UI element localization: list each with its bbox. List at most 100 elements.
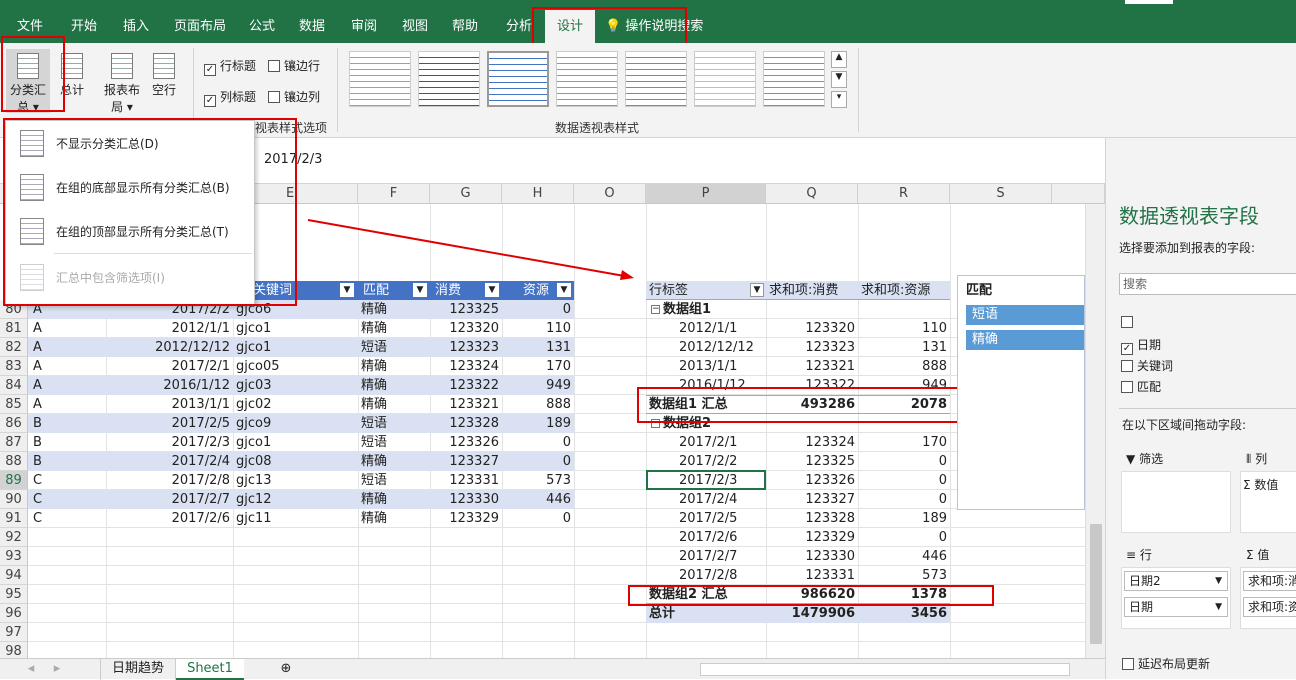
pivot-style-blue-selected[interactable] [487, 51, 549, 107]
table-cell-res[interactable]: 949 [502, 376, 574, 395]
gallery-more-icon[interactable]: ▾ [831, 91, 847, 108]
table-cell-res[interactable]: 0 [502, 300, 574, 319]
pivot-row-label[interactable]: 2012/1/1 [676, 319, 740, 338]
table-cell-date[interactable]: 2017/2/7 [106, 490, 233, 509]
tab-insert[interactable]: 插入 [114, 10, 158, 43]
table-cell-a[interactable]: B [30, 414, 100, 433]
pivot-value-res[interactable]: 3456 [858, 604, 950, 623]
table-cell-res[interactable]: 131 [502, 338, 574, 357]
row-header[interactable]: 94 [0, 566, 28, 585]
row-header[interactable]: 88 [0, 452, 28, 471]
table-cell-date[interactable]: 2017/2/6 [106, 509, 233, 528]
pivot-style-dark[interactable] [418, 51, 480, 107]
table-cell-a[interactable]: B [30, 452, 100, 471]
table-cell-date[interactable]: 2012/12/12 [106, 338, 233, 357]
pivot-value-cost[interactable]: 123329 [766, 528, 858, 547]
pivot-row-label[interactable]: 2017/2/2 [676, 452, 740, 471]
table-cell-match[interactable]: 精确 [358, 509, 430, 528]
pivot-value-cost[interactable]: 123326 [766, 471, 858, 490]
pivot-value-cost[interactable]: 123327 [766, 490, 858, 509]
table-cell-cost[interactable]: 123323 [430, 338, 502, 357]
filter-dropdown-icon[interactable]: ▼ [340, 283, 354, 297]
pivot-style-gold[interactable] [694, 51, 756, 107]
row-header[interactable]: 87 [0, 433, 28, 452]
tab-view[interactable]: 视图 [393, 10, 437, 43]
pivot-row-label[interactable]: 数据组1 [660, 300, 714, 319]
col-header-h[interactable]: H [502, 184, 574, 204]
pivot-value-res[interactable]: 0 [858, 490, 950, 509]
sheet-tab-date-trend[interactable]: 日期趋势 [100, 659, 176, 680]
row-header[interactable]: 83 [0, 357, 28, 376]
table-cell-res[interactable]: 110 [502, 319, 574, 338]
field-checkbox[interactable]: ✓ 日期 [1121, 336, 1161, 355]
table-cell-kw[interactable]: gjc12 [233, 490, 353, 509]
table-cell-date[interactable]: 2017/2/5 [106, 414, 233, 433]
table-cell-a[interactable]: A [30, 395, 100, 414]
table-cell-res[interactable]: 446 [502, 490, 574, 509]
table-cell-match[interactable]: 短语 [358, 471, 430, 490]
pivot-value-res[interactable]: 110 [858, 319, 950, 338]
table-cell-match[interactable]: 精确 [358, 300, 430, 319]
gallery-down-icon[interactable]: ▼ [831, 71, 847, 88]
collapse-icon[interactable]: − [651, 305, 660, 314]
pivot-value-cost[interactable]: 123323 [766, 338, 858, 357]
sheet-tab-sheet1[interactable]: Sheet1 [176, 659, 244, 680]
scrollbar-thumb[interactable] [1090, 524, 1102, 644]
table-cell-kw[interactable]: gjc08 [233, 452, 353, 471]
table-cell-cost[interactable]: 123330 [430, 490, 502, 509]
table-cell-match[interactable]: 精确 [358, 376, 430, 395]
active-cell[interactable] [646, 470, 766, 490]
table-cell-res[interactable]: 0 [502, 452, 574, 471]
gallery-up-icon[interactable]: ▲ [831, 51, 847, 68]
pivot-row-label[interactable]: 2017/2/4 [676, 490, 740, 509]
pivot-row-label[interactable]: 2017/2/7 [676, 547, 740, 566]
table-cell-a[interactable]: A [30, 376, 100, 395]
slicer-item[interactable]: 短语 [966, 305, 1084, 325]
table-cell-kw[interactable]: gjc03 [233, 376, 353, 395]
row-field-date[interactable]: 日期 ▼ [1124, 597, 1228, 617]
pivot-value-res[interactable]: 0 [858, 471, 950, 490]
pivot-value-cost[interactable]: 1479906 [766, 604, 858, 623]
pivot-value-res[interactable]: 0 [858, 528, 950, 547]
table-cell-a[interactable]: C [30, 490, 100, 509]
table-cell-a[interactable]: C [30, 509, 100, 528]
banded-rows-checkbox[interactable]: 镶边行 [268, 57, 320, 74]
table-cell-cost[interactable]: 123321 [430, 395, 502, 414]
vertical-scrollbar[interactable] [1085, 204, 1105, 658]
table-cell-match[interactable]: 短语 [358, 433, 430, 452]
field-checkbox[interactable] [1121, 315, 1137, 329]
table-cell-match[interactable]: 精确 [358, 395, 430, 414]
table-cell-match[interactable]: 精确 [358, 452, 430, 471]
pivot-row-label[interactable]: 2017/2/5 [676, 509, 740, 528]
horizontal-scrollbar[interactable] [700, 663, 1070, 676]
table-cell-cost[interactable]: 123320 [430, 319, 502, 338]
row-header[interactable]: 84 [0, 376, 28, 395]
field-search-input[interactable]: 搜索 [1119, 273, 1296, 295]
pivot-value-res[interactable]: 131 [858, 338, 950, 357]
pivot-value-res[interactable]: 0 [858, 452, 950, 471]
tab-page-layout[interactable]: 页面布局 [168, 10, 232, 43]
table-cell-kw[interactable]: gjco1 [233, 433, 353, 452]
row-header[interactable]: 98 [0, 642, 28, 658]
pivot-value-cost[interactable]: 123321 [766, 357, 858, 376]
table-cell-match[interactable]: 精确 [358, 490, 430, 509]
pivot-style-gray[interactable] [625, 51, 687, 107]
table-cell-date[interactable]: 2017/2/1 [106, 357, 233, 376]
col-header-g[interactable]: G [430, 184, 502, 204]
table-cell-cost[interactable]: 123331 [430, 471, 502, 490]
pivot-value-cost[interactable]: 123328 [766, 509, 858, 528]
pivot-row-label[interactable]: 2017/2/6 [676, 528, 740, 547]
filter-dropdown-icon[interactable]: ▼ [557, 283, 571, 297]
table-cell-res[interactable]: 0 [502, 509, 574, 528]
pivot-row-label[interactable]: 总计 [646, 604, 678, 623]
filters-drop-area[interactable] [1121, 471, 1231, 533]
value-field-resource[interactable]: 求和项:资 [1243, 597, 1296, 617]
slicer-match[interactable]: 匹配 短语 精确 [957, 275, 1085, 510]
banded-cols-checkbox[interactable]: 镶边列 [268, 88, 320, 105]
value-field-cost[interactable]: 求和项:消 [1243, 571, 1296, 591]
pivot-value-cost[interactable]: 123330 [766, 547, 858, 566]
col-header-o[interactable]: O [574, 184, 646, 204]
row-header[interactable]: 90 [0, 490, 28, 509]
table-cell-date[interactable]: 2017/2/4 [106, 452, 233, 471]
slicer-item[interactable]: 精确 [966, 330, 1084, 350]
